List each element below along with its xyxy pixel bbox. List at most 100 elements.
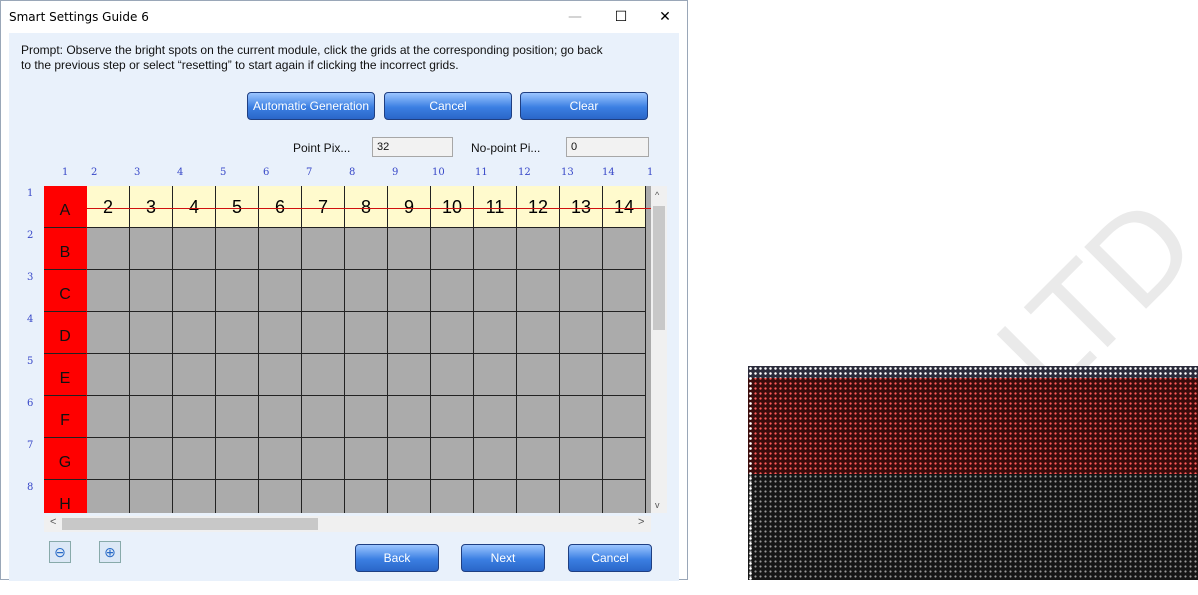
grid-cell[interactable] bbox=[173, 312, 216, 354]
grid-cell[interactable] bbox=[388, 354, 431, 396]
maximize-button[interactable]: ☐ bbox=[599, 5, 643, 29]
point-pixels-field[interactable]: 32 bbox=[372, 137, 453, 157]
grid-cell[interactable] bbox=[603, 312, 646, 354]
grid-cell[interactable] bbox=[517, 228, 560, 270]
grid-cell[interactable] bbox=[216, 396, 259, 438]
grid-cell[interactable] bbox=[302, 228, 345, 270]
grid-cell-lit[interactable]: 5 bbox=[216, 186, 259, 228]
grid-cell-lit[interactable]: 3 bbox=[130, 186, 173, 228]
grid-cell[interactable] bbox=[130, 354, 173, 396]
grid-cell[interactable] bbox=[173, 228, 216, 270]
grid-cell[interactable] bbox=[302, 438, 345, 480]
scroll-right-arrow-icon[interactable]: > bbox=[638, 516, 644, 528]
grid-cell[interactable] bbox=[173, 480, 216, 513]
grid-cell[interactable] bbox=[517, 438, 560, 480]
grid-cell[interactable] bbox=[216, 270, 259, 312]
grid-cell[interactable] bbox=[388, 396, 431, 438]
grid-cell[interactable] bbox=[216, 354, 259, 396]
grid-cell[interactable] bbox=[259, 228, 302, 270]
grid-cell[interactable] bbox=[130, 480, 173, 513]
grid-cell[interactable] bbox=[388, 438, 431, 480]
grid-cell[interactable] bbox=[560, 480, 603, 513]
grid-cell[interactable] bbox=[474, 480, 517, 513]
zoom-out-icon[interactable]: ⊖ bbox=[49, 541, 71, 563]
grid-cell[interactable] bbox=[560, 312, 603, 354]
grid-cell[interactable] bbox=[87, 396, 130, 438]
grid-cell[interactable] bbox=[474, 312, 517, 354]
minimize-button[interactable]: — bbox=[553, 5, 597, 29]
grid-cell-lit[interactable]: 14 bbox=[603, 186, 646, 228]
grid-cell[interactable] bbox=[431, 270, 474, 312]
grid-cell[interactable] bbox=[259, 438, 302, 480]
grid-cell[interactable] bbox=[560, 228, 603, 270]
zoom-in-icon[interactable]: ⊕ bbox=[99, 541, 121, 563]
grid-cell[interactable] bbox=[345, 396, 388, 438]
grid-cell[interactable] bbox=[345, 438, 388, 480]
grid-cell[interactable] bbox=[388, 312, 431, 354]
horizontal-scroll-thumb[interactable] bbox=[62, 518, 318, 530]
grid-cell[interactable] bbox=[431, 354, 474, 396]
grid-cell-lit[interactable]: 2 bbox=[87, 186, 130, 228]
back-button[interactable]: Back bbox=[355, 544, 439, 572]
grid-cell[interactable] bbox=[603, 438, 646, 480]
grid-cell[interactable] bbox=[130, 438, 173, 480]
scroll-up-arrow-icon[interactable]: ^ bbox=[655, 190, 659, 200]
grid-cell[interactable] bbox=[517, 312, 560, 354]
grid-cell[interactable] bbox=[259, 312, 302, 354]
grid-cell[interactable] bbox=[259, 354, 302, 396]
grid-cell[interactable] bbox=[87, 312, 130, 354]
next-button[interactable]: Next bbox=[461, 544, 545, 572]
grid-cell-lit[interactable]: 4 bbox=[173, 186, 216, 228]
grid-cell-lit[interactable]: 7 bbox=[302, 186, 345, 228]
grid-cell[interactable] bbox=[474, 270, 517, 312]
no-point-pixels-field[interactable]: 0 bbox=[566, 137, 649, 157]
grid-cell[interactable] bbox=[173, 270, 216, 312]
grid-cell[interactable] bbox=[517, 270, 560, 312]
grid-cell[interactable] bbox=[87, 480, 130, 513]
grid-cell[interactable] bbox=[302, 354, 345, 396]
grid-cell[interactable] bbox=[345, 480, 388, 513]
grid-cell[interactable] bbox=[431, 480, 474, 513]
grid-cell[interactable] bbox=[603, 354, 646, 396]
grid-cell[interactable] bbox=[87, 438, 130, 480]
grid-cell[interactable] bbox=[216, 480, 259, 513]
cancel-bottom-button[interactable]: Cancel bbox=[568, 544, 652, 572]
grid-cell[interactable] bbox=[259, 270, 302, 312]
grid-cell[interactable] bbox=[216, 312, 259, 354]
grid-cell[interactable] bbox=[173, 438, 216, 480]
grid-cell[interactable] bbox=[216, 228, 259, 270]
grid-cell[interactable] bbox=[388, 270, 431, 312]
grid-cell-lit[interactable]: 11 bbox=[474, 186, 517, 228]
grid-cell[interactable] bbox=[216, 438, 259, 480]
vertical-scrollbar[interactable]: ^ v bbox=[651, 186, 667, 513]
grid-cell[interactable] bbox=[474, 438, 517, 480]
grid-cell[interactable] bbox=[603, 270, 646, 312]
grid-cell[interactable] bbox=[87, 228, 130, 270]
grid-cell[interactable] bbox=[173, 354, 216, 396]
grid-cell[interactable] bbox=[474, 396, 517, 438]
automatic-generation-button[interactable]: Automatic Generation bbox=[247, 92, 375, 120]
horizontal-scrollbar[interactable]: < > bbox=[44, 516, 651, 532]
grid-cell[interactable] bbox=[345, 228, 388, 270]
grid-cell[interactable] bbox=[345, 312, 388, 354]
grid-cell[interactable] bbox=[388, 228, 431, 270]
grid-cell-lit[interactable]: 9 bbox=[388, 186, 431, 228]
grid-cell[interactable] bbox=[130, 270, 173, 312]
grid-cell-lit[interactable]: 10 bbox=[431, 186, 474, 228]
grid-cell[interactable] bbox=[560, 354, 603, 396]
grid-cell[interactable] bbox=[302, 312, 345, 354]
grid-cell[interactable] bbox=[474, 354, 517, 396]
grid-cell[interactable] bbox=[345, 270, 388, 312]
grid-cell-lit[interactable]: 12 bbox=[517, 186, 560, 228]
grid-cell[interactable] bbox=[345, 354, 388, 396]
grid-cell-lit[interactable]: 6 bbox=[259, 186, 302, 228]
grid-cell[interactable] bbox=[87, 270, 130, 312]
grid-cell[interactable] bbox=[517, 480, 560, 513]
grid-cell[interactable] bbox=[560, 270, 603, 312]
vertical-scroll-thumb[interactable] bbox=[653, 206, 665, 330]
scroll-left-arrow-icon[interactable]: < bbox=[50, 516, 56, 528]
grid-cell[interactable] bbox=[130, 396, 173, 438]
grid-cell[interactable] bbox=[259, 480, 302, 513]
grid-cell[interactable] bbox=[302, 480, 345, 513]
grid-cell-lit[interactable]: 13 bbox=[560, 186, 603, 228]
